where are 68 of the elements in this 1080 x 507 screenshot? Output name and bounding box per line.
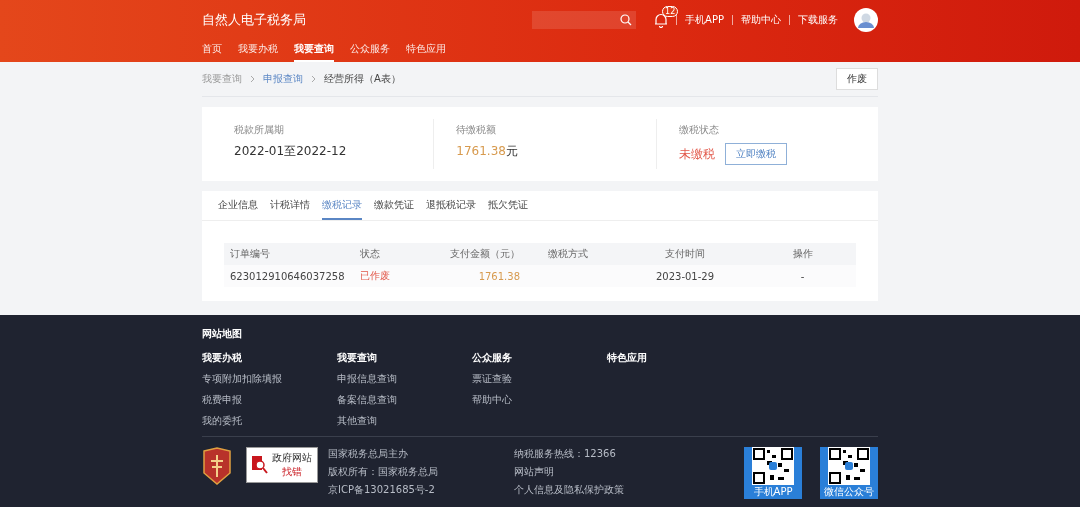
breadcrumb-item: 经营所得（A表） (324, 72, 401, 86)
footer-heading: 我要查询 (337, 351, 378, 365)
column-header: 操作 (791, 247, 814, 261)
column-header: 缴税方式 (546, 247, 589, 261)
qr-caption: 手机APP (753, 485, 793, 499)
site-title: 自然人电子税务局 (202, 11, 306, 29)
footer-info-text: 纳税服务热线：12366 (514, 447, 617, 461)
summary-value: 未缴税 (678, 145, 715, 163)
breadcrumb-item[interactable]: 申报查询 (263, 72, 303, 86)
footer-info-text: 国家税务总局主办 (328, 447, 409, 461)
column-header: 支付时间 (664, 247, 706, 261)
footer-link[interactable]: 票证查验 (472, 372, 607, 386)
footer-link[interactable]: 我的委托 (202, 414, 337, 428)
table-cell: 623012910646037258 (230, 270, 345, 282)
tab[interactable]: 缴款凭证 (374, 191, 414, 220)
footer-heading: 特色应用 (607, 351, 648, 365)
emblem-icon (202, 447, 232, 485)
footer-info-text: 京ICP备13021685号-2 (328, 483, 436, 497)
footer-heading: 我要办税 (202, 351, 243, 365)
summary-value: 2022-01至2022-12 (234, 143, 347, 160)
search-field[interactable] (532, 11, 637, 29)
header-link[interactable]: 帮助中心 (741, 13, 781, 27)
tab[interactable]: 抵欠凭证 (488, 191, 528, 220)
table-cell: 已作废 (360, 270, 390, 281)
magnifier-icon (252, 456, 268, 474)
table-cell: 1761.38 (478, 270, 520, 282)
tab[interactable]: 缴税记录 (322, 191, 362, 220)
chevron-icon (250, 75, 255, 83)
footer-heading: 公众服务 (472, 351, 513, 365)
breadcrumb-item: 我要查询 (202, 72, 242, 86)
bell-icon[interactable] (654, 12, 669, 28)
column-header: 订单编号 (230, 247, 271, 261)
footer-link[interactable]: 网站声明 (514, 465, 690, 479)
pay-button[interactable]: 立即缴税 (724, 143, 787, 165)
summary-label: 缴税状态 (678, 123, 720, 137)
footer-link[interactable]: 帮助中心 (472, 393, 607, 407)
nav-tab[interactable]: 公众服务 (350, 40, 390, 62)
sitemap-title: 网站地图 (202, 327, 243, 341)
footer-link[interactable]: 个人信息及隐私保护政策 (514, 483, 690, 497)
void-button[interactable]: 作废 (836, 68, 878, 90)
nav-tab[interactable]: 首页 (202, 40, 222, 62)
search-icon (620, 14, 633, 26)
avatar-icon[interactable] (854, 8, 878, 32)
chevron-icon (311, 75, 316, 83)
table-cell: 2023-01-29 (655, 270, 715, 282)
nav-tab[interactable]: 特色应用 (406, 40, 446, 62)
table-cell: - (800, 270, 805, 282)
footer-link[interactable]: 专项附加扣除填报 (202, 372, 337, 386)
summary-value: 1761.38元 (456, 143, 518, 160)
nav-tab[interactable]: 我要办税 (238, 40, 278, 62)
footer-info-text: 版权所有：国家税务总局 (328, 465, 439, 479)
header-link[interactable]: 手机APP (685, 13, 724, 27)
summary-label: 待缴税额 (456, 123, 498, 137)
header-link[interactable]: 下载服务 (798, 13, 838, 27)
summary-label: 税款所属期 (234, 123, 285, 137)
tab[interactable]: 企业信息 (218, 191, 258, 220)
nav-tab[interactable]: 我要查询 (294, 40, 334, 62)
column-header: 状态 (360, 247, 381, 261)
footer-link[interactable]: 税费申报 (202, 393, 337, 407)
column-header: 支付金额（元） (449, 247, 520, 261)
tab[interactable]: 计税详情 (270, 191, 310, 220)
qr-caption: 微信公众号 (824, 485, 874, 499)
footer-link[interactable]: 备案信息查询 (337, 393, 472, 407)
tab[interactable]: 退抵税记录 (426, 191, 476, 220)
notification-badge: 12 (662, 5, 679, 17)
footer-link[interactable]: 申报信息查询 (337, 372, 472, 386)
gov-error-badge[interactable]: 政府网站 找错 (246, 447, 318, 483)
footer-link[interactable]: 其他查询 (337, 414, 472, 428)
